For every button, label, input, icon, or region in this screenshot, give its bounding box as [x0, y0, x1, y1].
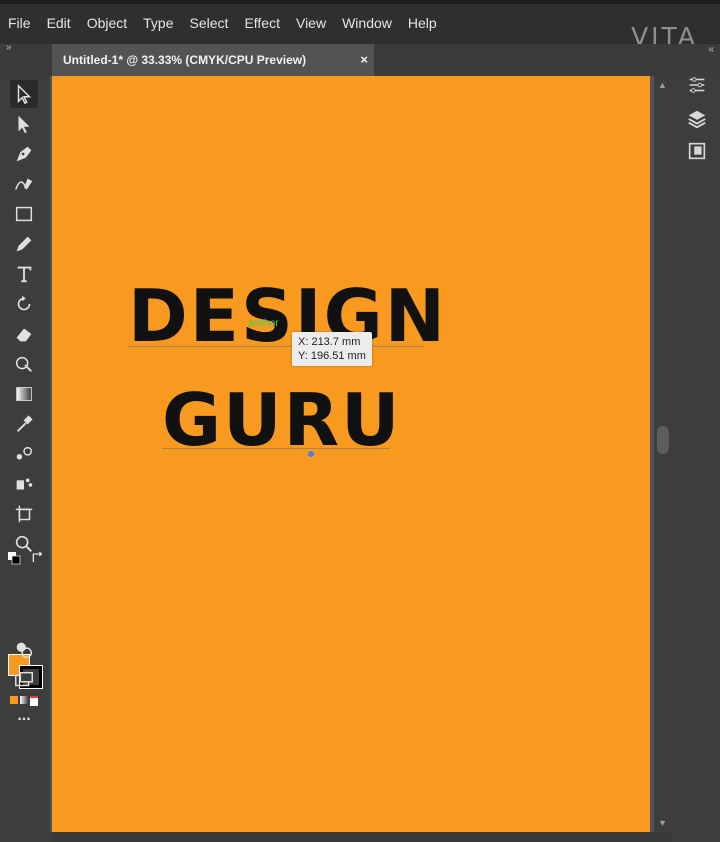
- scroll-thumb[interactable]: [657, 426, 669, 454]
- libraries-icon[interactable]: [684, 138, 710, 164]
- menu-edit[interactable]: Edit: [39, 0, 79, 44]
- blend-tool-icon[interactable]: [10, 440, 38, 468]
- eyedropper-tool-icon[interactable]: [10, 410, 38, 438]
- cursor-coordinates-tooltip: X: 213.7 mm Y: 196.51 mm: [292, 332, 372, 366]
- layers-icon[interactable]: [684, 106, 710, 132]
- menu-file[interactable]: File: [0, 0, 39, 44]
- properties-icon[interactable]: [684, 72, 710, 98]
- menu-effect[interactable]: Effect: [236, 0, 288, 44]
- text-baseline-line2: [162, 448, 390, 449]
- screen-mode-icon[interactable]: [10, 666, 38, 694]
- menu-bar: File Edit Object Type Select Effect View…: [0, 0, 720, 51]
- type-tool-icon[interactable]: [10, 260, 38, 288]
- pencil-tool-icon[interactable]: [10, 230, 38, 258]
- direct-selection-tool-icon[interactable]: [10, 110, 38, 138]
- default-colors-icon[interactable]: [6, 550, 22, 566]
- menu-view[interactable]: View: [288, 0, 334, 44]
- draw-mode-icon[interactable]: [10, 636, 38, 664]
- title-strip: [0, 0, 720, 4]
- cursor-anchor-point: [308, 451, 314, 457]
- pen-tool-icon[interactable]: [10, 140, 38, 168]
- scroll-down-icon[interactable]: ▼: [658, 818, 667, 828]
- menu-type[interactable]: Type: [135, 0, 181, 44]
- curvature-pen-tool-icon[interactable]: [10, 170, 38, 198]
- document-tab[interactable]: Untitled-1* @ 33.33% (CMYK/CPU Preview) …: [52, 44, 374, 76]
- artboard-tool-icon[interactable]: [10, 500, 38, 528]
- artboard[interactable]: DESIGN GURU anchor X: 213.7 mm Y: 196.51…: [52, 76, 650, 832]
- scroll-up-icon[interactable]: ▲: [658, 80, 667, 90]
- artwork-text-guru[interactable]: GURU: [162, 384, 401, 456]
- edit-toolbar-icon[interactable]: ...: [10, 702, 38, 730]
- menu-window[interactable]: Window: [334, 0, 400, 44]
- artwork-text-design[interactable]: DESIGN: [128, 280, 447, 352]
- menu-object[interactable]: Object: [79, 0, 135, 44]
- tools-panel: ...: [0, 76, 50, 842]
- cursor-x-readout: X: 213.7 mm: [298, 336, 361, 348]
- canvas-area[interactable]: DESIGN GURU anchor X: 213.7 mm Y: 196.51…: [50, 76, 654, 842]
- vertical-scrollbar[interactable]: ▲ ▼: [654, 76, 672, 842]
- menu-help[interactable]: Help: [400, 0, 445, 44]
- collapse-panels-icon[interactable]: «: [708, 44, 714, 55]
- symbol-sprayer-tool-icon[interactable]: [10, 470, 38, 498]
- cursor-y-readout: Y: 196.51 mm: [298, 350, 366, 362]
- status-bar: [50, 832, 672, 842]
- rotate-tool-icon[interactable]: [10, 290, 38, 318]
- eraser-tool-icon[interactable]: [10, 320, 38, 348]
- text-baseline-line1: [128, 346, 424, 347]
- document-tab-row: » Untitled-1* @ 33.33% (CMYK/CPU Preview…: [0, 42, 720, 76]
- shape-builder-tool-icon[interactable]: [10, 350, 38, 378]
- close-icon[interactable]: ×: [360, 52, 368, 67]
- anchor-hint: anchor: [248, 318, 279, 329]
- menu-select[interactable]: Select: [182, 0, 237, 44]
- selection-tool-icon[interactable]: [10, 80, 38, 108]
- gradient-tool-icon[interactable]: [10, 380, 38, 408]
- collapse-toolbar-icon[interactable]: »: [6, 42, 12, 53]
- swap-colors-icon[interactable]: [30, 550, 46, 566]
- panel-dock: [672, 76, 720, 842]
- rectangle-tool-icon[interactable]: [10, 200, 38, 228]
- document-tab-label: Untitled-1* @ 33.33% (CMYK/CPU Preview): [63, 53, 307, 67]
